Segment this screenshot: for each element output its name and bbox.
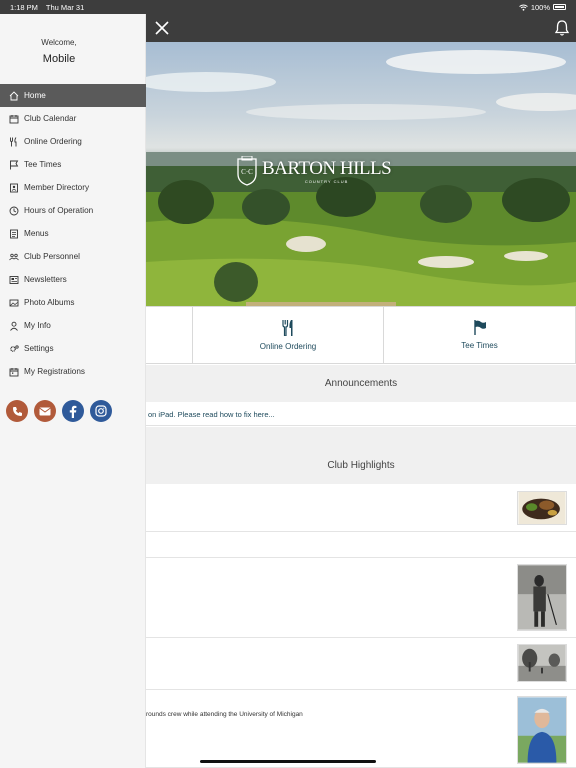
sidebar-item-online-ordering[interactable]: Online Ordering [0,130,146,153]
sidebar-item-my-info[interactable]: My Info [0,314,146,337]
close-menu-button[interactable] [152,18,172,38]
announcements-heading: Announcements [146,365,576,402]
phone-button[interactable] [6,400,28,422]
welcome-block: Welcome, Mobile [0,38,118,65]
utensils-icon [282,319,293,336]
home-icon [9,90,19,101]
sidebar-item-label: Settings [24,344,54,353]
sidebar-item-hours-of-operation[interactable]: Hours of Operation [0,199,146,222]
photo-icon [9,298,19,308]
club-highlights-heading: Club Highlights [146,427,576,484]
sidebar-item-menus[interactable]: Menus [0,222,146,245]
facebook-button[interactable] [62,400,84,422]
gears-icon [9,344,19,354]
quick-links: Online Ordering Tee Times [146,306,576,364]
status-time: 1:18 PM [10,2,38,12]
calendar-check-icon [9,367,19,377]
instagram-icon [95,405,107,417]
sidebar-item-photo-albums[interactable]: Photo Albums [0,291,146,314]
sidebar-item-club-personnel[interactable]: Club Personnel [0,245,146,268]
utensils-icon [9,136,19,147]
clock-icon [9,206,19,216]
sidebar: Welcome, Mobile Home Club Calendar Onlin… [0,14,146,768]
newspaper-icon [9,275,19,285]
sidebar-item-label: Club Calendar [24,114,77,123]
envelope-icon [39,407,51,415]
highlight-row[interactable]: rounds crew while attending the Universi… [146,690,576,768]
flag-icon [9,160,19,170]
sidebar-item-home[interactable]: Home [0,84,146,107]
top-bar [146,14,576,42]
calendar-icon [9,114,19,124]
home-indicator[interactable] [200,760,376,763]
sidebar-item-my-registrations[interactable]: My Registrations [0,360,146,383]
notifications-button[interactable] [554,19,570,37]
sidebar-item-club-calendar[interactable]: Club Calendar [0,107,146,130]
main-content: C·C BARTON HILLS COUNTRY CLUB Online Ord… [146,14,576,768]
close-icon [155,21,169,35]
sidebar-item-label: Menus [24,229,49,238]
status-bar: 1:18 PM Thu Mar 31 100% [0,0,576,14]
club-logo: C·C BARTON HILLS COUNTRY CLUB [236,156,392,186]
sidebar-item-label: Member Directory [24,183,90,192]
quick-link-partial[interactable] [146,307,193,363]
announcement-item[interactable]: on iPad. Please read how to fix here... [146,403,576,426]
sidebar-item-newsletters[interactable]: Newsletters [0,268,146,291]
sidebar-item-label: Photo Albums [24,298,75,307]
sidebar-nav: Home Club Calendar Online Ordering Tee T… [0,84,146,383]
welcome-label: Welcome, [41,38,77,47]
highlight-row[interactable] [146,485,576,532]
user-icon [9,321,19,331]
quick-link-label: Online Ordering [259,341,317,351]
sidebar-item-label: Club Personnel [24,252,80,261]
food-photo [517,491,567,525]
bell-icon [554,20,570,36]
portrait-photo [517,696,567,764]
sidebar-item-settings[interactable]: Settings [0,337,146,360]
quick-link-online-ordering[interactable]: Online Ordering [193,307,384,363]
crest-icon: C·C [237,156,257,186]
facebook-icon [69,405,77,418]
sidebar-item-label: Hours of Operation [24,206,94,215]
highlight-row[interactable] [146,558,576,638]
phone-icon [12,406,22,416]
sidebar-item-tee-times[interactable]: Tee Times [0,153,146,176]
email-button[interactable] [34,400,56,422]
highlight-text: rounds crew while attending the Universi… [146,711,303,718]
sidebar-item-label: Home [24,91,46,100]
sidebar-item-label: Tee Times [24,160,62,169]
course-bw-photo [517,644,567,682]
logo-subtext: COUNTRY CLUB [304,178,349,184]
highlight-row[interactable] [146,532,576,558]
battery-percent: 100% [530,2,550,12]
wifi-icon [519,4,528,11]
logo-shield-letters: C·C [241,168,253,176]
battery-icon [553,4,566,10]
address-book-icon [9,183,19,193]
instagram-button[interactable] [90,400,112,422]
quick-link-label: Tee Times [461,341,498,350]
flag-icon [473,320,486,335]
sidebar-item-label: My Info [24,321,51,330]
golfer-photo [517,564,567,631]
logo-text: BARTON HILLS [262,157,392,179]
highlight-row[interactable] [146,638,576,690]
quick-link-tee-times[interactable]: Tee Times [384,307,576,363]
user-name: Mobile [42,53,76,65]
social-links [6,400,112,422]
sidebar-item-label: My Registrations [24,367,85,376]
users-icon [9,252,19,262]
sidebar-item-member-directory[interactable]: Member Directory [0,176,146,199]
status-date: Thu Mar 31 [45,2,85,12]
hero-image: C·C BARTON HILLS COUNTRY CLUB [146,42,576,306]
menu-book-icon [9,229,19,239]
sidebar-item-label: Online Ordering [24,137,82,146]
sidebar-item-label: Newsletters [24,275,67,284]
announcement-text: on iPad. Please read how to fix here... [148,409,275,419]
